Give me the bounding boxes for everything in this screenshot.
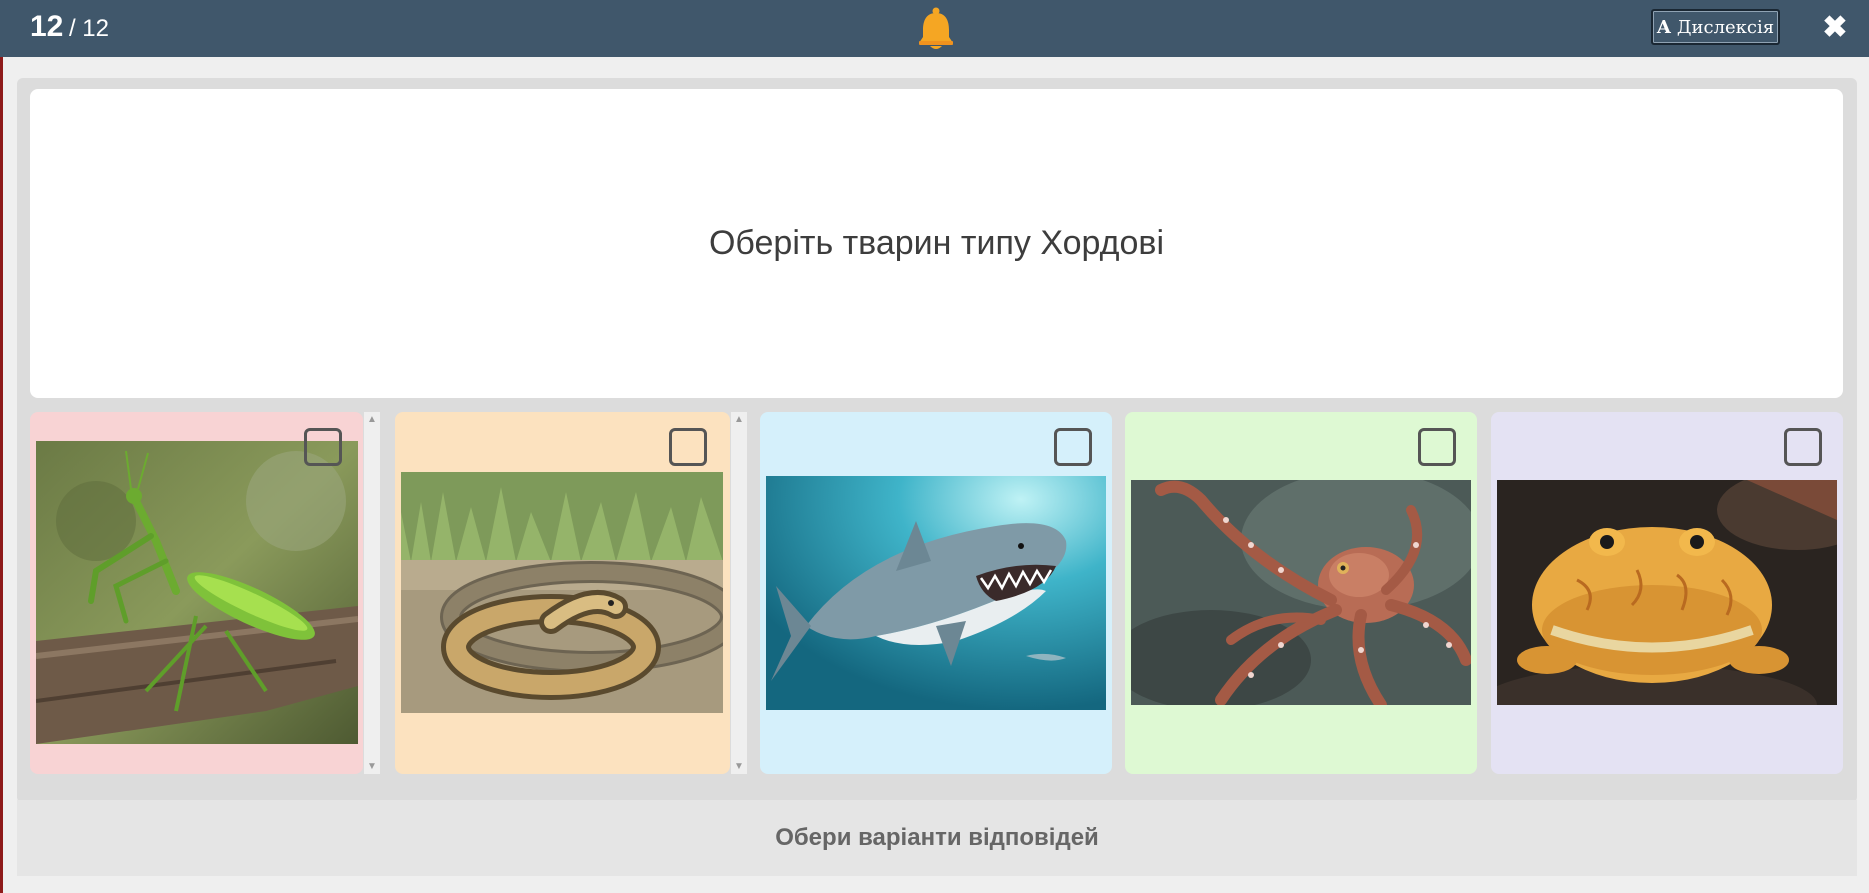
bell-icon[interactable] [916, 6, 956, 52]
frog-image [1497, 480, 1837, 705]
question-text: Оберіть тварин типу Хордові [708, 224, 1165, 262]
counter-total: / 12 [68, 15, 109, 42]
mantis-image [36, 441, 358, 744]
answer-prompt-bar: Обери варіанти відповідей [17, 800, 1857, 876]
octopus-image [1131, 480, 1471, 705]
snake-image [401, 472, 723, 713]
option-card-mantis[interactable] [30, 412, 363, 774]
option-scrollbar-mantis[interactable]: ▲ ▼ [364, 412, 380, 774]
option-card-shark[interactable] [760, 412, 1112, 774]
option-card-octopus[interactable] [1125, 412, 1477, 774]
scroll-up-icon[interactable]: ▲ [364, 414, 380, 425]
answer-prompt-text: Обери варіанти відповідей [775, 824, 1099, 851]
question-counter: 12 / 12 [30, 10, 109, 44]
option-checkbox-shark[interactable] [1054, 428, 1092, 466]
scroll-down-icon[interactable]: ▼ [731, 761, 747, 772]
shark-image [766, 476, 1106, 710]
option-checkbox-octopus[interactable] [1418, 428, 1456, 466]
option-card-frog[interactable] [1491, 412, 1843, 774]
left-edge-accent [0, 57, 3, 893]
top-bar: 12 / 12 A Дислексія ✖ [0, 0, 1869, 57]
scroll-up-icon[interactable]: ▲ [731, 414, 747, 425]
dyslexia-label: Дислексія [1676, 16, 1775, 38]
option-scrollbar-snake[interactable]: ▲ ▼ [731, 412, 747, 774]
close-icon[interactable]: ✖ [1815, 9, 1855, 47]
question-box: Оберіть тварин типу Хордові [30, 89, 1843, 398]
option-checkbox-mantis[interactable] [304, 428, 342, 466]
dyslexia-button[interactable]: A Дислексія [1651, 9, 1780, 45]
dyslexia-font-icon: A [1656, 16, 1671, 38]
scroll-down-icon[interactable]: ▼ [364, 761, 380, 772]
counter-current: 12 [30, 10, 64, 43]
option-checkbox-snake[interactable] [669, 428, 707, 466]
option-card-snake[interactable] [395, 412, 730, 774]
option-checkbox-frog[interactable] [1784, 428, 1822, 466]
